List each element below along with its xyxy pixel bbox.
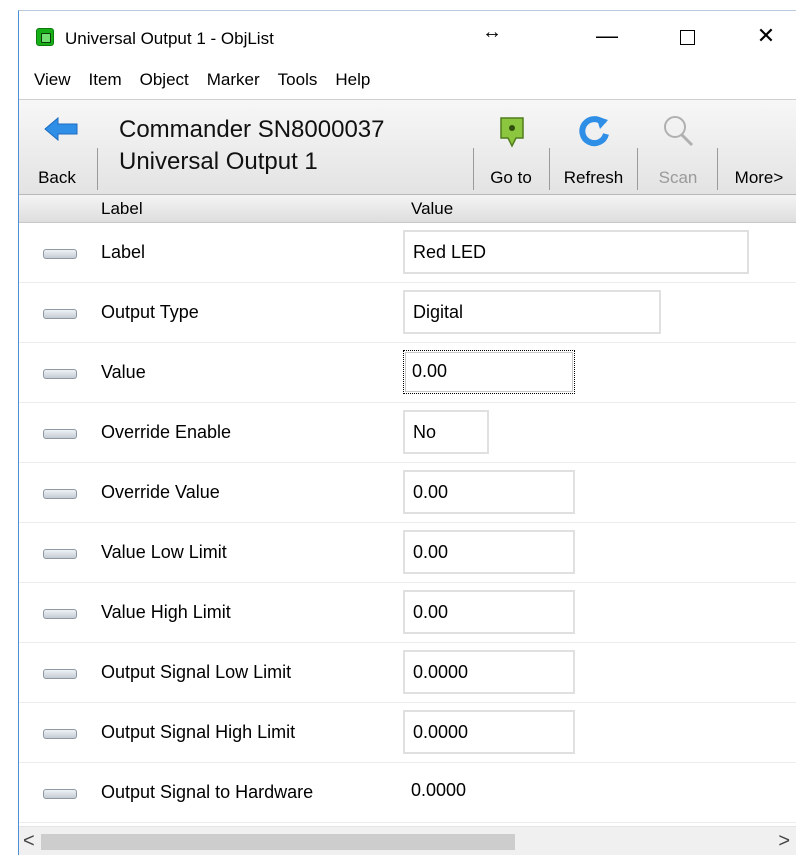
device-name: Commander SN8000037 — [119, 116, 385, 143]
column-header: Label Value — [19, 195, 796, 223]
back-arrow-icon — [44, 116, 78, 142]
property-label: Output Signal High Limit — [101, 722, 296, 742]
magnifier-icon — [664, 116, 694, 147]
window-title: Universal Output 1 - ObjList — [65, 29, 274, 48]
property-label: Override Value — [101, 482, 220, 502]
back-label: Back — [38, 168, 76, 187]
row-marker-icon — [43, 609, 77, 619]
scan-button[interactable]: Scan — [645, 106, 711, 188]
property-value-field[interactable]: 0.00 — [403, 350, 575, 394]
horizontal-scrollbar[interactable]: < > — [19, 826, 796, 855]
goto-button[interactable]: Go to — [481, 106, 541, 188]
title-bar[interactable]: Universal Output 1 - ObjList ↔ — ✕ — [19, 11, 796, 63]
property-value-field[interactable]: 0.0000 — [403, 650, 575, 694]
row-marker-icon — [43, 789, 77, 799]
menu-bar: View Item Object Marker Tools Help — [19, 66, 796, 96]
scan-label: Scan — [658, 168, 698, 187]
menu-tools[interactable]: Tools — [269, 66, 327, 96]
menu-help[interactable]: Help — [326, 66, 379, 96]
toolbar-separator — [549, 148, 550, 190]
refresh-button[interactable]: Refresh — [556, 106, 631, 188]
scroll-left-icon[interactable]: < — [23, 830, 35, 853]
scroll-right-icon[interactable]: > — [778, 830, 790, 853]
maximize-button[interactable] — [664, 21, 710, 53]
row-marker-icon — [43, 669, 77, 679]
goto-label: Go to — [490, 168, 532, 187]
more-button[interactable]: More> — [724, 106, 794, 188]
list-item[interactable]: Output Signal to Hardware 0.0000 — [19, 763, 796, 823]
resize-arrows-icon: ↔ — [482, 21, 502, 43]
property-label: Override Enable — [101, 422, 232, 442]
property-label: Value Low Limit — [101, 542, 227, 562]
property-label: Label — [101, 242, 146, 262]
toolbar-separator — [717, 148, 718, 190]
objlist-window: Universal Output 1 - ObjList ↔ — ✕ View … — [18, 10, 796, 855]
app-icon — [36, 28, 54, 46]
refresh-icon — [579, 116, 609, 147]
back-button[interactable]: Back — [29, 106, 85, 188]
property-label: Value — [101, 362, 146, 382]
toolbar-separator — [637, 148, 638, 190]
list-item[interactable]: Output Signal Low Limit 0.0000 — [19, 643, 796, 703]
maximize-icon — [679, 30, 695, 45]
property-label: Value High Limit — [101, 602, 231, 622]
toolbar-separator — [97, 148, 98, 190]
map-pin-icon — [500, 117, 524, 148]
list-item[interactable]: Value Low Limit 0.00 — [19, 523, 796, 583]
row-marker-icon — [43, 309, 77, 319]
list-item[interactable]: Value 0.00 — [19, 343, 796, 403]
list-item[interactable]: Label Red LED — [19, 223, 796, 283]
row-marker-icon — [43, 249, 77, 259]
property-value-field[interactable]: 0.00 — [403, 530, 575, 574]
list-item[interactable]: Override Enable No — [19, 403, 796, 463]
property-value-field[interactable]: No — [403, 410, 489, 454]
toolbar: Back Commander SN8000037 Universal Outpu… — [19, 99, 796, 195]
menu-object[interactable]: Object — [131, 66, 198, 96]
object-name: Universal Output 1 — [119, 148, 318, 175]
row-marker-icon — [43, 729, 77, 739]
row-marker-icon — [43, 429, 77, 439]
property-label: Output Signal to Hardware — [101, 782, 314, 802]
menu-marker[interactable]: Marker — [198, 66, 269, 96]
more-label: More> — [734, 168, 784, 187]
property-value-field[interactable]: 0.0000 — [403, 710, 575, 754]
list-item[interactable]: Output Type Digital — [19, 283, 796, 343]
scrollbar-thumb[interactable] — [41, 834, 515, 850]
list-item[interactable]: Value High Limit 0.00 — [19, 583, 796, 643]
list-item[interactable]: Output Signal High Limit 0.0000 — [19, 703, 796, 763]
property-value-field[interactable]: 0.00 — [403, 470, 575, 514]
row-marker-icon — [43, 369, 77, 379]
device-title: Commander SN8000037 Universal Output 1 — [119, 114, 385, 178]
property-label: Output Type — [101, 302, 199, 322]
toolbar-separator — [473, 148, 474, 190]
menu-item[interactable]: Item — [80, 66, 131, 96]
close-button[interactable]: ✕ — [743, 21, 789, 53]
property-value-field[interactable]: Digital — [403, 290, 661, 334]
menu-view[interactable]: View — [25, 66, 80, 96]
property-label: Output Signal Low Limit — [101, 662, 292, 682]
property-value-field[interactable]: Red LED — [403, 230, 749, 274]
list-item[interactable]: Override Value 0.00 — [19, 463, 796, 523]
column-header-label[interactable]: Label — [101, 199, 143, 219]
property-value-readonly: 0.0000 — [411, 780, 467, 800]
minimize-button[interactable]: — — [584, 21, 630, 53]
refresh-label: Refresh — [563, 168, 624, 187]
row-marker-icon — [43, 489, 77, 499]
column-header-value[interactable]: Value — [411, 199, 453, 219]
property-value-field[interactable]: 0.00 — [403, 590, 575, 634]
row-marker-icon — [43, 549, 77, 559]
